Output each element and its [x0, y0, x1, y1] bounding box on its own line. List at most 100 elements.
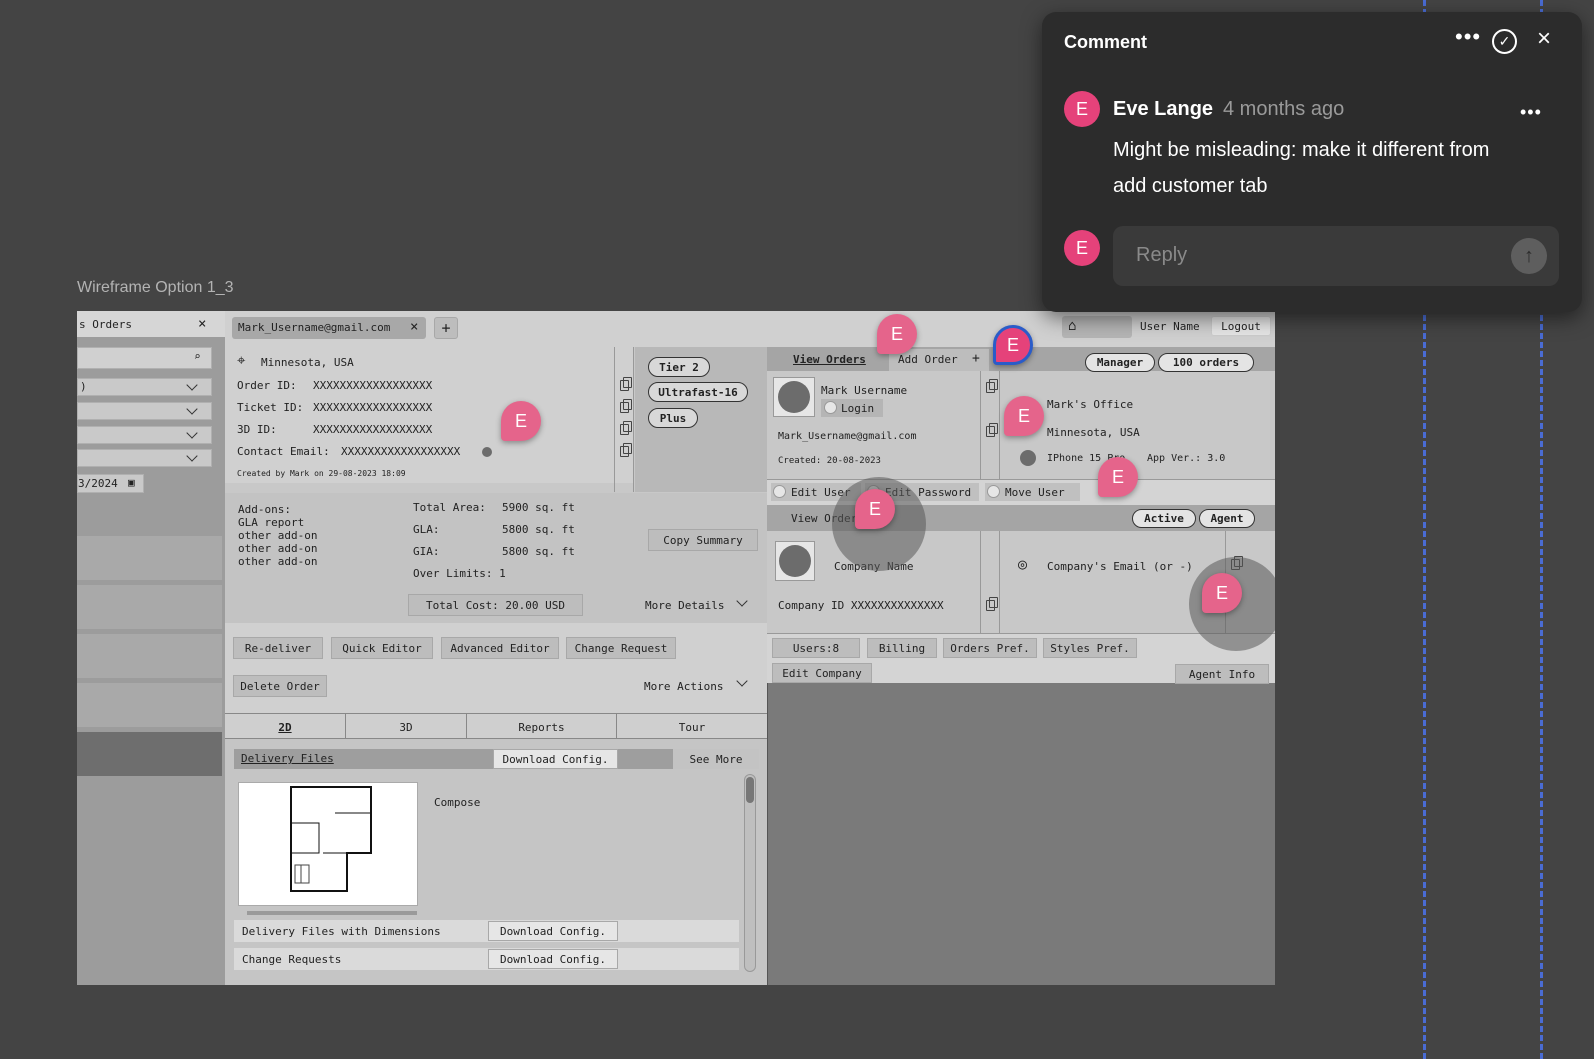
- company-email: Company's Email (or -): [1047, 560, 1193, 573]
- plus-icon: +: [972, 351, 980, 366]
- agent-badge: Agent: [1199, 509, 1255, 528]
- resolve-icon[interactable]: ✓: [1492, 29, 1517, 54]
- company-id: Company ID XXXXXXXXXXXXXX: [778, 599, 944, 612]
- comment-time: 4 months ago: [1223, 98, 1345, 120]
- close-icon[interactable]: ×: [410, 319, 418, 335]
- change-request-button[interactable]: Change Request: [566, 637, 676, 659]
- order-id: XXXXXXXXXXXXXXXXXX: [313, 379, 433, 392]
- close-icon[interactable]: ×: [198, 316, 206, 332]
- chevron-down-icon: [186, 450, 198, 462]
- redeliver-button[interactable]: Re-deliver: [233, 637, 323, 659]
- edit-company-button[interactable]: Edit Company: [772, 663, 872, 683]
- comment-marker[interactable]: E: [501, 401, 541, 441]
- more-actions-link[interactable]: More Actions: [644, 680, 723, 693]
- home-button[interactable]: ⌂: [1062, 316, 1132, 338]
- chevron-down-icon: [186, 427, 198, 439]
- more-details-link[interactable]: More Details: [645, 599, 724, 612]
- quick-editor-button[interactable]: Quick Editor: [331, 637, 433, 659]
- comment-marker-active[interactable]: E: [993, 325, 1033, 365]
- plus-badge: Plus: [648, 408, 698, 428]
- dims-label: Delivery Files with Dimensions: [242, 925, 441, 938]
- list-item[interactable]: [77, 536, 222, 580]
- tab-tour[interactable]: Tour: [617, 714, 767, 740]
- wireframe-frame: s Orders × ⌕ ) 3/2024 ▣ Mark_Username@gma…: [77, 311, 1275, 985]
- delivery-files-title[interactable]: Delivery Files: [241, 752, 334, 765]
- reply-input[interactable]: Reply ↑: [1113, 226, 1559, 286]
- left-tab-label[interactable]: s Orders: [79, 318, 132, 331]
- dropdown-3[interactable]: [77, 426, 212, 444]
- office-name: Mark's Office: [1047, 398, 1134, 411]
- author-avatar: E: [1064, 91, 1100, 127]
- add-tab-button[interactable]: +: [434, 317, 458, 339]
- billing-button[interactable]: Billing: [867, 638, 937, 658]
- list-item[interactable]: [77, 683, 222, 727]
- copy-icon[interactable]: [620, 443, 632, 457]
- delete-order-button[interactable]: Delete Order: [233, 675, 327, 697]
- move-user-option[interactable]: Move User: [985, 483, 1080, 501]
- comment-text-line2: add customer tab: [1113, 175, 1268, 197]
- ticket-id: XXXXXXXXXXXXXXXXXX: [313, 401, 433, 414]
- date-input[interactable]: 3/2024 ▣: [77, 474, 144, 493]
- floorplan-thumbnail[interactable]: [238, 782, 418, 906]
- over-limits: Over Limits: 1: [413, 567, 506, 580]
- dims-download-button[interactable]: Download Config.: [488, 921, 618, 941]
- chevron-down-icon: [186, 379, 198, 391]
- comment-more-icon[interactable]: •••: [1520, 102, 1542, 123]
- chevron-down-icon: [186, 403, 198, 415]
- tab-2d[interactable]: 2D: [225, 714, 346, 740]
- agent-info-button[interactable]: Agent Info: [1175, 664, 1269, 684]
- comment-text-line1: Might be misleading: make it different f…: [1113, 139, 1490, 161]
- comment-marker[interactable]: E: [1202, 573, 1242, 613]
- list-item-selected[interactable]: [77, 732, 222, 776]
- comment-marker[interactable]: E: [855, 489, 895, 529]
- frame-label: Wireframe Option 1_3: [77, 279, 234, 296]
- at-icon: ◎: [1018, 555, 1028, 573]
- copy-icon[interactable]: [620, 421, 632, 435]
- dropdown-1[interactable]: ): [77, 378, 212, 396]
- copy-icon[interactable]: [986, 379, 998, 393]
- addons-line-3: other add-on: [238, 542, 318, 555]
- login-button[interactable]: Login: [821, 399, 883, 417]
- scrollbar[interactable]: [744, 774, 756, 972]
- copy-icon[interactable]: [986, 423, 998, 437]
- see-more-link[interactable]: See More: [673, 749, 759, 769]
- avatar: [773, 377, 815, 417]
- addons-line-1: GLA report: [238, 516, 305, 529]
- view-orders-tab[interactable]: View Orders: [793, 353, 866, 366]
- contact-email: XXXXXXXXXXXXXXXXXX: [341, 445, 461, 458]
- copy-icon[interactable]: [620, 377, 632, 391]
- change-download-button[interactable]: Download Config.: [488, 949, 618, 969]
- copy-icon[interactable]: [620, 399, 632, 413]
- users-button[interactable]: Users:8: [772, 638, 860, 658]
- created-note: Created by Mark on 29-08-2023 18:09: [237, 469, 406, 478]
- user-name: Mark Username: [821, 384, 908, 397]
- comment-marker[interactable]: E: [877, 314, 917, 354]
- tab-3d[interactable]: 3D: [346, 714, 467, 740]
- more-icon[interactable]: •••: [1455, 24, 1481, 50]
- copy-summary-button[interactable]: Copy Summary: [648, 529, 758, 551]
- close-icon[interactable]: ×: [1537, 25, 1551, 53]
- orders-pref-button[interactable]: Orders Pref.: [943, 638, 1037, 658]
- list-item[interactable]: [77, 585, 222, 629]
- home-icon: ⌂: [1068, 318, 1077, 334]
- advanced-editor-button[interactable]: Advanced Editor: [441, 637, 559, 659]
- comment-marker[interactable]: E: [1098, 457, 1138, 497]
- user-location: Minnesota, USA: [1047, 426, 1140, 439]
- email-tab[interactable]: Mark_Username@gmail.com ×: [232, 317, 426, 339]
- styles-pref-button[interactable]: Styles Pref.: [1043, 638, 1137, 658]
- send-icon[interactable]: ↑: [1511, 238, 1547, 274]
- tab-reports[interactable]: Reports: [467, 714, 617, 740]
- tier-badge: Tier 2: [648, 357, 710, 377]
- app-version: App Ver.: 3.0: [1147, 453, 1226, 464]
- copy-icon[interactable]: [986, 597, 998, 611]
- dropdown-2[interactable]: [77, 402, 212, 420]
- search-input[interactable]: ⌕: [77, 347, 212, 369]
- dropdown-4[interactable]: [77, 449, 212, 467]
- comment-marker[interactable]: E: [1004, 396, 1044, 436]
- search-icon: ⌕: [194, 350, 201, 363]
- change-requests-label: Change Requests: [242, 953, 342, 966]
- list-item[interactable]: [77, 634, 222, 678]
- download-config-button[interactable]: Download Config.: [493, 749, 618, 769]
- compose-label: Compose: [434, 796, 481, 809]
- logout-button[interactable]: Logout: [1211, 316, 1271, 336]
